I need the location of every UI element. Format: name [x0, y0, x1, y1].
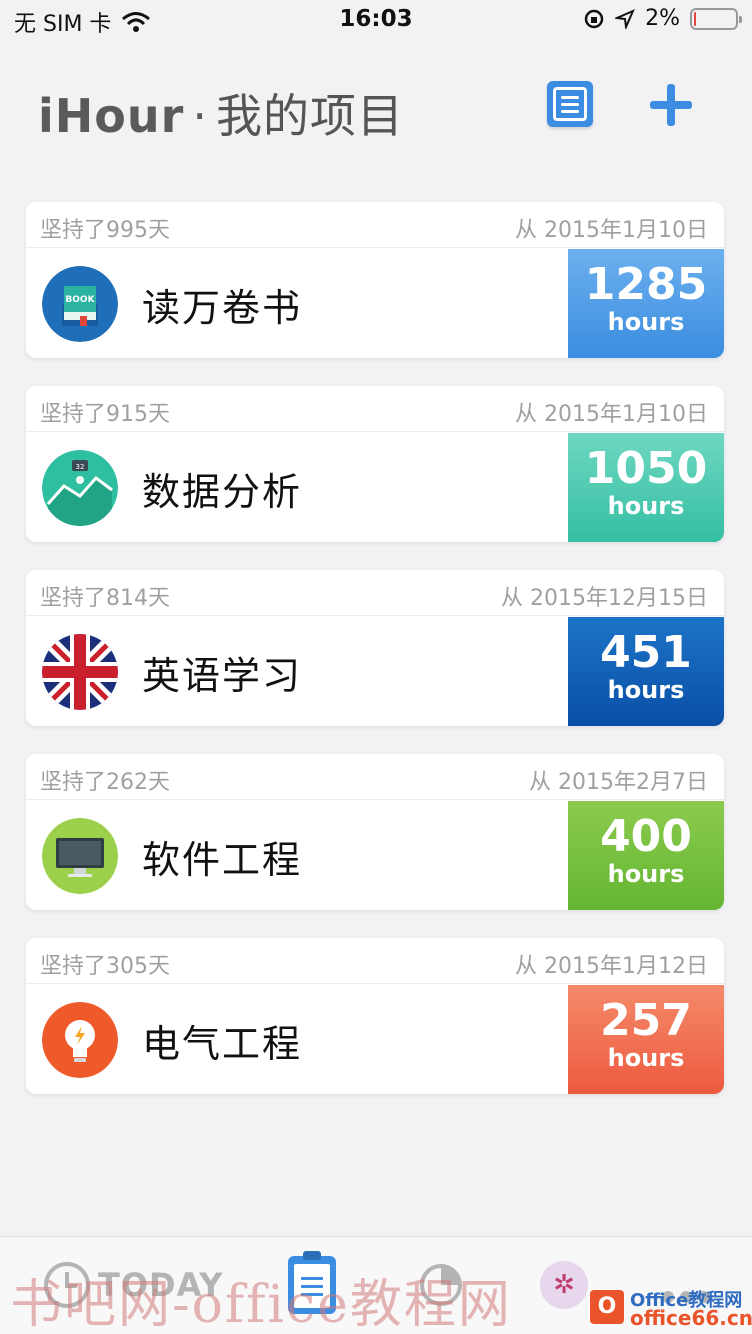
- lightbulb-icon: [42, 1002, 118, 1078]
- project-card[interactable]: 坚持了814天 从 2015年12月15日英语学习 451 hours: [26, 570, 724, 726]
- card-body: 电气工程 257 hours: [26, 985, 724, 1094]
- project-card[interactable]: 坚持了305天 从 2015年1月12日电气工程 257 hours: [26, 938, 724, 1094]
- hours-badge: 257 hours: [568, 985, 724, 1094]
- chart-icon: 32: [42, 450, 118, 526]
- project-name: 电气工程: [142, 1022, 303, 1066]
- start-date: 从 2015年1月12日: [515, 954, 708, 979]
- app-header: iHour · 我的项目: [0, 70, 752, 150]
- days-persisted: 坚持了305天: [40, 954, 170, 979]
- project-name: 读万卷书: [142, 286, 303, 330]
- rotation-lock-icon: [584, 9, 604, 28]
- project-name: 软件工程: [142, 838, 303, 882]
- page-title: iHour · 我的项目: [38, 80, 404, 146]
- location-icon: [615, 8, 636, 29]
- hours-value: 1050: [584, 443, 708, 494]
- office-logo-icon: O: [590, 1290, 624, 1324]
- watermark-text: 书吧网-office教程网: [10, 1275, 512, 1334]
- book-icon: BOOK: [42, 266, 118, 342]
- start-date: 从 2015年2月7日: [529, 770, 708, 795]
- start-date: 从 2015年1月10日: [515, 218, 708, 243]
- hours-unit: hours: [607, 1044, 685, 1072]
- card-body: 32 数据分析 1050 hours: [26, 433, 724, 542]
- title-separator: ·: [192, 89, 208, 143]
- days-persisted: 坚持了814天: [40, 586, 170, 611]
- card-meta: 坚持了814天 从 2015年12月15日: [26, 570, 724, 616]
- card-meta: 坚持了915天 从 2015年1月10日: [26, 386, 724, 432]
- list-view-button[interactable]: [547, 81, 593, 127]
- days-persisted: 坚持了915天: [40, 402, 170, 427]
- days-persisted: 坚持了995天: [40, 218, 170, 243]
- app-name: iHour: [38, 89, 185, 143]
- hours-badge: 451 hours: [568, 617, 724, 726]
- project-card[interactable]: 坚持了262天 从 2015年2月7日软件工程 400 hours: [26, 754, 724, 910]
- svg-text:32: 32: [76, 463, 85, 471]
- watermark-line2: office66.cn: [630, 1306, 752, 1330]
- start-date: 从 2015年12月15日: [501, 586, 708, 611]
- page-subtitle: 我的项目: [215, 89, 404, 143]
- start-date: 从 2015年1月10日: [515, 402, 708, 427]
- project-name: 数据分析: [142, 470, 303, 514]
- card-meta: 坚持了305天 从 2015年1月12日: [26, 938, 724, 984]
- battery-percent: 2%: [645, 6, 680, 31]
- battery-icon: [690, 7, 742, 30]
- project-list: 坚持了995天从 2015年1月10日 BOOK 读万卷书 1285 hours 坚持了9…: [26, 202, 724, 1122]
- days-persisted: 坚持了262天: [40, 770, 170, 795]
- card-meta: 坚持了262天 从 2015年2月7日: [26, 754, 724, 800]
- card-body: 软件工程 400 hours: [26, 801, 724, 910]
- hours-value: 257: [600, 995, 692, 1046]
- card-body: BOOK 读万卷书 1285 hours: [26, 249, 724, 358]
- computer-icon: [42, 818, 118, 894]
- card-meta: 坚持了995天 从 2015年1月10日: [26, 202, 724, 248]
- hours-badge: 1285 hours: [568, 249, 724, 358]
- flower-icon: ✲: [540, 1261, 588, 1309]
- project-card[interactable]: 坚持了915天 从 2015年1月10日 32 数据分析 1050 hours: [26, 386, 724, 542]
- list-icon: [553, 87, 587, 121]
- hours-badge: 1050 hours: [568, 433, 724, 542]
- hours-badge: 400 hours: [568, 801, 724, 910]
- hours-value: 400: [600, 811, 692, 862]
- project-card[interactable]: 坚持了995天 从 2015年1月10日 BOOK 读万卷书 1285 hours: [26, 202, 724, 358]
- hours-value: 1285: [584, 259, 708, 310]
- status-right: 2%: [583, 6, 742, 31]
- uk-flag-icon: [42, 634, 118, 710]
- watermark-logo: O Office教程网 office66.cn: [590, 1286, 752, 1330]
- status-bar: 无 SIM 卡 16:03 2%: [0, 0, 752, 44]
- svg-text:BOOK: BOOK: [65, 295, 95, 305]
- add-project-button[interactable]: [650, 84, 692, 126]
- battery-level: [694, 11, 696, 26]
- hours-unit: hours: [607, 676, 685, 704]
- tab-discover[interactable]: ✲: [540, 1255, 588, 1315]
- card-body: 英语学习 451 hours: [26, 617, 724, 726]
- project-name: 英语学习: [142, 654, 303, 698]
- hours-unit: hours: [607, 860, 685, 888]
- hours-value: 451: [600, 627, 692, 678]
- hours-unit: hours: [607, 492, 685, 520]
- hours-unit: hours: [607, 308, 685, 336]
